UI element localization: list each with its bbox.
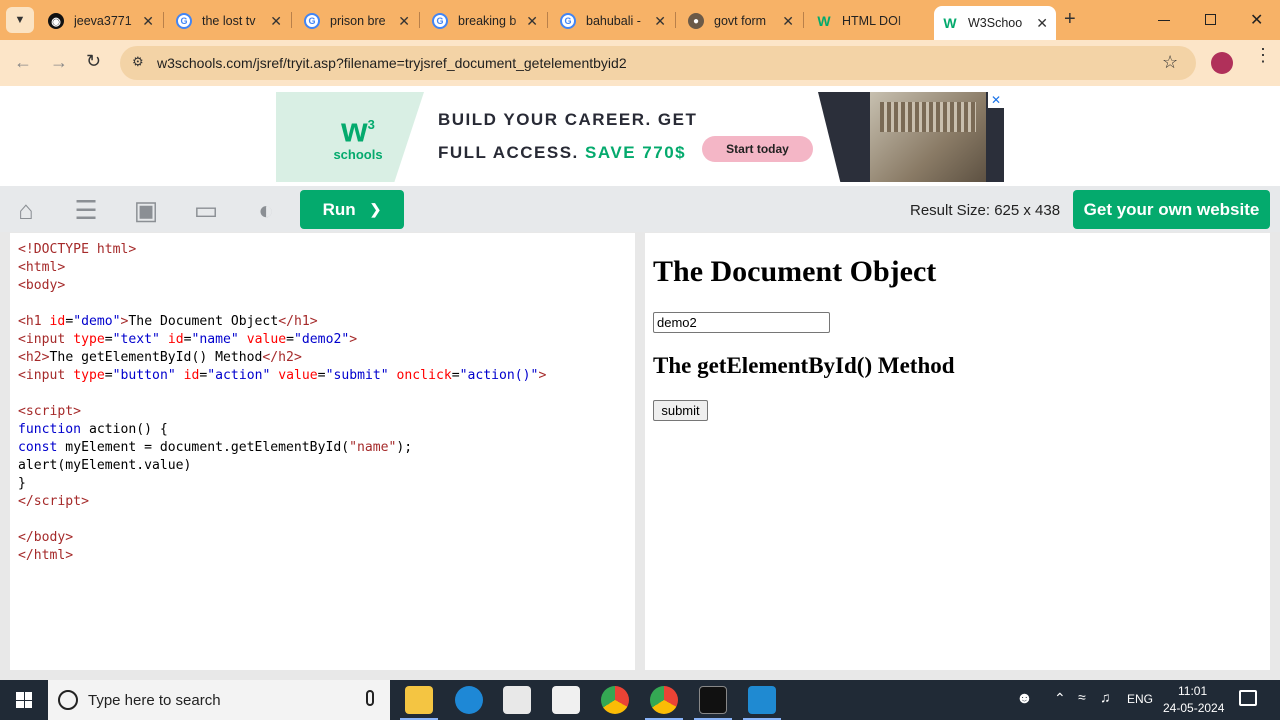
run-button[interactable]: Run ❯ [300, 190, 404, 229]
w3schools-icon: W [817, 13, 831, 29]
microphone-icon[interactable] [366, 690, 374, 706]
tab-title: the lost tv [202, 14, 256, 28]
google-icon: G [304, 13, 320, 29]
tab-breaking-bad[interactable]: G breaking b ✕ [424, 8, 546, 34]
terminal-icon[interactable] [699, 686, 727, 714]
chevron-up-icon[interactable]: ⌃ [1054, 690, 1066, 707]
ad-banner[interactable]: w3 schools BUILD YOUR CAREER. GET FULL A… [276, 92, 1004, 182]
close-tab-icon[interactable]: ✕ [1036, 15, 1048, 32]
tab-the-lost[interactable]: G the lost tv ✕ [168, 8, 290, 34]
wifi-icon[interactable]: ≈ [1078, 689, 1086, 705]
get-your-own-website-button[interactable]: Get your own website [1073, 190, 1270, 229]
home-icon[interactable]: ⌂ [11, 195, 41, 225]
profile-avatar[interactable] [1211, 52, 1233, 74]
ad-banner-area: w3 schools BUILD YOUR CAREER. GET FULL A… [0, 86, 1280, 186]
tab-jeeva3771[interactable]: ◉ jeeva3771 ✕ [40, 8, 162, 34]
github-icon: ◉ [48, 13, 64, 29]
windows-taskbar: Type here to search ☻ ⌃ ≈ ♫ ENG 11:01 24… [0, 680, 1280, 720]
google-icon: G [176, 13, 192, 29]
bookmark-star-icon[interactable]: ☆ [1162, 52, 1178, 73]
taskbar-search-box[interactable]: Type here to search [48, 680, 390, 720]
clock-time[interactable]: 11:01 [1178, 684, 1207, 698]
tab-title: breaking b [458, 14, 517, 28]
close-tab-icon[interactable]: ✕ [526, 13, 538, 30]
close-tab-icon[interactable]: ✕ [398, 13, 410, 30]
close-tab-icon[interactable]: ✕ [782, 13, 794, 30]
language-indicator[interactable]: ENG [1127, 692, 1153, 706]
close-window-icon[interactable]: ✕ [1250, 10, 1263, 30]
chevron-right-icon: ❯ [369, 201, 382, 217]
tab-title: jeeva3771 [74, 14, 132, 28]
clock-date[interactable]: 24-05-2024 [1163, 701, 1224, 715]
globe-icon: ● [688, 13, 704, 29]
tab-title: HTML DOI [842, 14, 902, 28]
google-icon: G [432, 13, 448, 29]
tab-title: bahubali - [586, 14, 641, 28]
browser-tab-strip: ▼ ◉ jeeva3771 ✕ G the lost tv ✕ G prison… [0, 0, 1280, 40]
tab-bahubali[interactable]: G bahubali - ✕ [552, 8, 674, 34]
tab-w3schools-active[interactable]: W W3Schoo ✕ [934, 6, 1056, 40]
tab-html-dom[interactable]: W HTML DOI [808, 8, 930, 34]
tab-title: prison bre [330, 14, 386, 28]
site-info-icon[interactable]: ⚙ [132, 54, 144, 70]
store-icon[interactable] [503, 686, 531, 714]
address-bar[interactable]: ⚙ w3schools.com/jsref/tryit.asp?filename… [120, 46, 1196, 80]
start-today-button[interactable]: Start today [702, 136, 813, 162]
file-explorer-icon[interactable] [405, 686, 433, 714]
forward-arrow-icon[interactable]: → [50, 52, 68, 73]
w3schools-icon: W [943, 15, 957, 31]
minimize-icon[interactable] [1158, 20, 1170, 21]
dark-mode-icon[interactable]: ◐ [251, 195, 281, 225]
volume-icon[interactable]: ♫ [1100, 689, 1111, 705]
result-heading-2: The getElementById() Method [653, 353, 955, 378]
google-icon: G [560, 13, 576, 29]
name-input[interactable] [653, 312, 830, 333]
tab-prison-break[interactable]: G prison bre ✕ [296, 8, 418, 34]
notification-icon[interactable] [1239, 690, 1257, 706]
people-icon[interactable]: ☻ [1016, 690, 1033, 708]
w3schools-logo: w3 schools [333, 111, 383, 163]
close-tab-icon[interactable]: ✕ [142, 13, 154, 30]
tab-search-button[interactable]: ▼ [6, 7, 34, 33]
tab-title: govt form [714, 14, 767, 28]
save-icon[interactable]: ▣ [131, 195, 161, 225]
browser-toolbar: ← → ↻ ⚙ w3schools.com/jsref/tryit.asp?fi… [0, 40, 1280, 86]
restore-icon[interactable] [1205, 14, 1216, 25]
edge-icon[interactable] [455, 686, 483, 714]
run-label: Run [322, 199, 356, 219]
tab-title: W3Schoo [968, 16, 1023, 30]
ad-photo [818, 92, 1004, 182]
url-text: w3schools.com/jsref/tryit.asp?filename=t… [157, 55, 627, 71]
close-tab-icon[interactable]: ✕ [270, 13, 282, 30]
menu-icon[interactable]: ☰ [71, 195, 101, 225]
search-placeholder: Type here to search [88, 691, 221, 709]
mail-icon[interactable] [552, 686, 580, 714]
ad-headline-2: FULL ACCESS. SAVE 770$ [438, 143, 687, 162]
result-frame: The Document Object The getElementById()… [645, 233, 1270, 670]
submit-button[interactable]: submit [653, 400, 708, 421]
windows-start-icon[interactable] [16, 692, 32, 708]
tab-govt-form[interactable]: ● govt form ✕ [680, 8, 802, 34]
menu-kebab-icon[interactable]: ⋮ [1254, 46, 1272, 64]
chrome-profile-icon[interactable] [650, 686, 678, 714]
result-size-label: Result Size: 625 x 438 [910, 202, 1061, 219]
close-tab-icon[interactable]: ✕ [654, 13, 666, 30]
reload-icon[interactable]: ↻ [86, 51, 101, 72]
new-tab-plus-icon[interactable]: + [1064, 8, 1076, 31]
rotate-layout-icon[interactable]: ▭ [191, 195, 221, 225]
result-heading-1: The Document Object [653, 255, 937, 288]
ad-headline-1: BUILD YOUR CAREER. GET [438, 110, 698, 129]
ad-close-icon[interactable]: ✕ [988, 92, 1004, 108]
vscode-icon[interactable] [748, 686, 776, 714]
back-arrow-icon[interactable]: ← [14, 52, 32, 73]
tryit-toolbar: ⌂ ☰ ▣ ▭ ◐ Run ❯ Result Size: 625 x 438 G… [0, 186, 1280, 232]
code-editor[interactable]: <!DOCTYPE html> <html> <body> <h1 id="de… [10, 233, 635, 670]
code-text[interactable]: <!DOCTYPE html> <html> <body> <h1 id="de… [18, 241, 546, 565]
ad-logo-panel: w3 schools [276, 92, 424, 182]
search-icon [58, 690, 78, 710]
chrome-icon[interactable] [601, 686, 629, 714]
